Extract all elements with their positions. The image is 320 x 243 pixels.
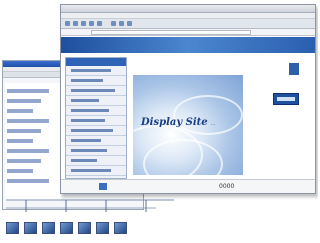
window-titlebar (61, 5, 315, 13)
sidebar-item[interactable] (66, 146, 126, 156)
site-header-banner (61, 37, 315, 53)
history-icon[interactable] (127, 21, 132, 26)
url-input[interactable] (91, 30, 251, 35)
forward-icon[interactable] (73, 21, 78, 26)
hero-title: Display Site... (141, 117, 216, 128)
nav-link[interactable] (7, 109, 33, 113)
app-icon[interactable] (42, 222, 55, 234)
hero-image: Display Site... (133, 75, 243, 175)
app-icon[interactable] (60, 222, 73, 234)
sidebar-item[interactable] (66, 86, 126, 96)
back-icon[interactable] (65, 21, 70, 26)
sidebar-item[interactable] (66, 116, 126, 126)
sidebar-item[interactable] (66, 96, 126, 106)
toolbar (61, 19, 315, 29)
sidebar-nav (5, 83, 61, 201)
right-column (249, 57, 311, 179)
search-icon[interactable] (111, 21, 116, 26)
hero-subtitle: ... (210, 121, 216, 127)
stop-icon[interactable] (81, 21, 86, 26)
foreground-browser-window: Display Site... 0000 (60, 4, 316, 194)
refresh-icon[interactable] (89, 21, 94, 26)
app-icon[interactable] (96, 222, 109, 234)
nav-link[interactable] (7, 149, 49, 153)
screenshot-collage: Display Site... 0000 (0, 0, 318, 243)
sidebar-header (66, 58, 126, 66)
home-icon[interactable] (97, 21, 102, 26)
sidebar-item[interactable] (66, 76, 126, 86)
sidebar-item[interactable] (66, 66, 126, 76)
sidebar-item[interactable] (66, 126, 126, 136)
logo-badge[interactable] (273, 93, 299, 105)
nav-link[interactable] (7, 179, 49, 183)
main-content: Display Site... (133, 57, 243, 179)
nav-link[interactable] (7, 89, 49, 93)
nav-link[interactable] (7, 129, 41, 133)
timeline-lines (6, 199, 174, 212)
app-icon[interactable] (24, 222, 37, 234)
app-icon[interactable] (114, 222, 127, 234)
favorites-icon[interactable] (119, 21, 124, 26)
status-bar: 0000 (61, 179, 315, 193)
nav-link[interactable] (7, 159, 41, 163)
site-sidebar-nav (65, 57, 127, 179)
sidebar-item[interactable] (66, 156, 126, 166)
address-bar (61, 29, 315, 36)
nav-link[interactable] (7, 99, 41, 103)
app-icon[interactable] (78, 222, 91, 234)
app-icon[interactable] (6, 222, 19, 234)
nav-link[interactable] (7, 139, 33, 143)
nav-link[interactable] (7, 119, 49, 123)
sidebar-item[interactable] (66, 136, 126, 146)
sidebar-item[interactable] (66, 166, 126, 176)
nav-link[interactable] (7, 169, 33, 173)
sidebar-item[interactable] (66, 106, 126, 116)
page-icon (99, 183, 107, 190)
status-text: 0000 (219, 183, 235, 190)
icon-strip (6, 196, 174, 240)
badge-icon (289, 63, 299, 75)
